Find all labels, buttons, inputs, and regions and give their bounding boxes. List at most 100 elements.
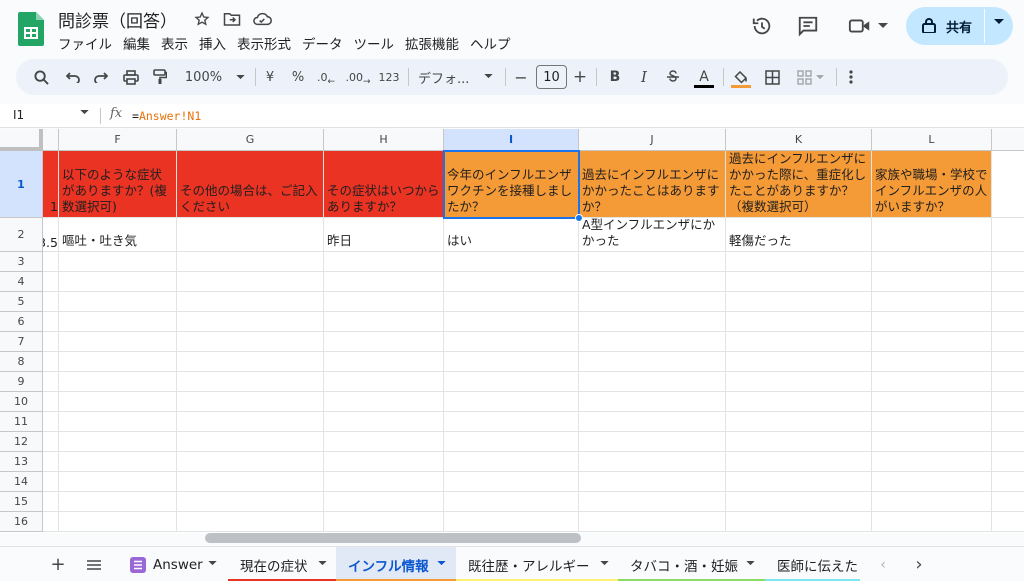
cell-h1[interactable]: その症状はいつからありますか？ <box>324 151 444 218</box>
empty-cell[interactable] <box>872 332 992 352</box>
name-box-dropdown-icon[interactable] <box>80 110 89 115</box>
empty-cell[interactable] <box>43 492 59 512</box>
empty-cell[interactable] <box>579 372 726 392</box>
empty-cell[interactable] <box>872 252 992 272</box>
column-header-f[interactable]: F <box>59 129 177 151</box>
empty-cell[interactable] <box>43 412 59 432</box>
empty-cell[interactable] <box>726 312 872 332</box>
sheet-tab-current-symptoms[interactable]: 現在の症状 <box>228 547 336 581</box>
fill-handle[interactable] <box>575 214 583 222</box>
row-header-7[interactable]: 7 <box>0 332 43 352</box>
empty-cell[interactable] <box>579 252 726 272</box>
empty-cell[interactable] <box>726 492 872 512</box>
all-sheets-icon[interactable] <box>82 547 106 581</box>
empty-cell[interactable] <box>444 392 579 412</box>
cell-g2[interactable] <box>177 218 324 252</box>
empty-cell[interactable] <box>872 272 992 292</box>
print-icon[interactable] <box>120 59 142 95</box>
empty-cell[interactable] <box>324 412 444 432</box>
empty-cell[interactable] <box>992 292 1024 312</box>
empty-cell[interactable] <box>872 372 992 392</box>
share-button[interactable]: 共有 <box>906 7 1013 45</box>
zoom-select[interactable]: 100% <box>180 59 250 95</box>
empty-cell[interactable] <box>43 332 59 352</box>
cell-l2[interactable] <box>872 218 992 252</box>
empty-cell[interactable] <box>177 252 324 272</box>
empty-cell[interactable] <box>43 272 59 292</box>
empty-cell[interactable] <box>444 272 579 292</box>
empty-cell[interactable] <box>444 472 579 492</box>
empty-cell[interactable] <box>579 292 726 312</box>
empty-cell[interactable] <box>59 392 177 412</box>
empty-cell[interactable] <box>324 332 444 352</box>
menu-file[interactable]: ファイル <box>58 33 120 53</box>
decrease-decimal-button[interactable]: .0 ← <box>315 59 337 95</box>
italic-icon[interactable]: I <box>635 59 653 95</box>
menu-view[interactable]: 表示 <box>161 33 196 53</box>
empty-cell[interactable] <box>726 412 872 432</box>
cell-j2[interactable]: A型インフルエンザにかかった <box>579 218 726 252</box>
empty-cell[interactable] <box>177 492 324 512</box>
empty-cell[interactable] <box>324 372 444 392</box>
empty-cell[interactable] <box>177 312 324 332</box>
empty-cell[interactable] <box>177 292 324 312</box>
empty-cell[interactable] <box>444 352 579 372</box>
empty-cell[interactable] <box>59 472 177 492</box>
empty-cell[interactable] <box>444 492 579 512</box>
empty-cell[interactable] <box>726 292 872 312</box>
row-header-11[interactable]: 11 <box>0 412 43 432</box>
cell-partial-1[interactable]: 1 <box>43 151 59 218</box>
move-folder-icon[interactable] <box>222 9 242 29</box>
more-formats-button[interactable]: 123 <box>377 59 401 95</box>
cell-f2[interactable]: 嘔吐・吐き気 <box>59 218 177 252</box>
empty-cell[interactable] <box>579 432 726 452</box>
empty-cell[interactable] <box>43 312 59 332</box>
empty-cell[interactable] <box>59 272 177 292</box>
empty-cell[interactable] <box>324 452 444 472</box>
empty-cell[interactable] <box>726 472 872 492</box>
cell-m1[interactable] <box>992 151 1024 218</box>
redo-icon[interactable] <box>90 59 112 95</box>
empty-cell[interactable] <box>444 412 579 432</box>
row-header-15[interactable]: 15 <box>0 492 43 512</box>
empty-cell[interactable] <box>992 372 1024 392</box>
empty-cell[interactable] <box>579 352 726 372</box>
empty-cell[interactable] <box>324 392 444 412</box>
empty-cell[interactable] <box>324 512 444 532</box>
column-header-k[interactable]: K <box>726 129 872 151</box>
cloud-saved-icon[interactable] <box>252 9 272 29</box>
empty-cell[interactable] <box>579 272 726 292</box>
empty-cell[interactable] <box>872 452 992 472</box>
empty-cell[interactable] <box>872 292 992 312</box>
empty-cell[interactable] <box>59 332 177 352</box>
menu-help[interactable]: ヘルプ <box>470 33 519 53</box>
empty-cell[interactable] <box>43 392 59 412</box>
empty-cell[interactable] <box>726 372 872 392</box>
row-header-9[interactable]: 9 <box>0 372 43 392</box>
empty-cell[interactable] <box>177 272 324 292</box>
row-header-2[interactable]: 2 <box>0 218 43 252</box>
empty-cell[interactable] <box>59 252 177 272</box>
empty-cell[interactable] <box>872 352 992 372</box>
cell-f1[interactable]: 以下のような症状がありますか？(複数選択可) <box>59 151 177 218</box>
bold-icon[interactable]: B <box>606 59 624 95</box>
menu-tools[interactable]: ツール <box>354 33 403 53</box>
empty-cell[interactable] <box>177 372 324 392</box>
empty-cell[interactable] <box>324 252 444 272</box>
empty-cell[interactable] <box>992 272 1024 292</box>
empty-cell[interactable] <box>43 512 59 532</box>
empty-cell[interactable] <box>726 252 872 272</box>
empty-cell[interactable] <box>726 352 872 372</box>
empty-cell[interactable] <box>324 472 444 492</box>
empty-cell[interactable] <box>579 392 726 412</box>
empty-cell[interactable] <box>43 452 59 472</box>
menu-extensions[interactable]: 拡張機能 <box>405 33 467 53</box>
column-header-g[interactable]: G <box>177 129 324 151</box>
horizontal-scrollbar[interactable] <box>205 533 581 543</box>
empty-cell[interactable] <box>444 292 579 312</box>
row-header-12[interactable]: 12 <box>0 432 43 452</box>
comments-icon[interactable] <box>792 10 824 42</box>
empty-cell[interactable] <box>579 312 726 332</box>
font-select[interactable]: デフォ... <box>418 59 498 95</box>
empty-cell[interactable] <box>43 352 59 372</box>
